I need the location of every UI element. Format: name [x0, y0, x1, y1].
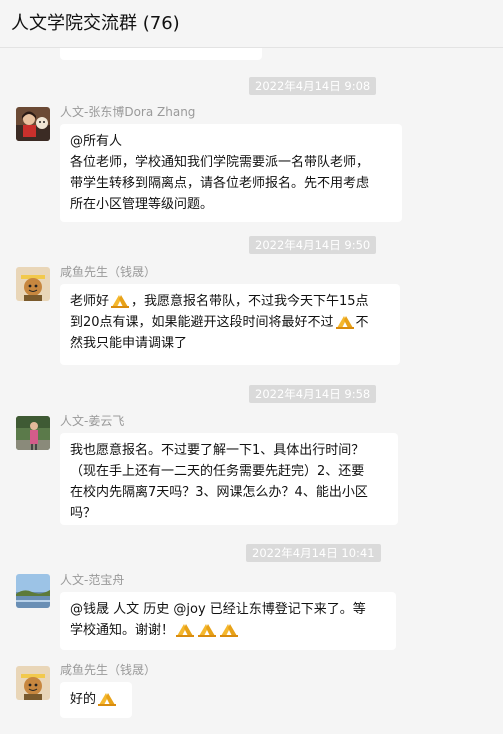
sender-name: 咸鱼先生（钱晟） — [60, 663, 157, 677]
message-bubble[interactable]: 好的 — [60, 682, 132, 718]
message-text: （现在手上还有一二天的任务需要先赶完）2、还要 — [70, 464, 365, 479]
message-timestamp: 2022年4月14日 10:41 — [246, 544, 381, 562]
message-text: 在校内先隔离7天吗？3、网课怎么办？4、能出小区 — [70, 485, 368, 500]
cartoon-avatar-icon — [16, 666, 50, 700]
message-text: ，我愿意报名带队，不过我今天下午15点 — [131, 294, 369, 309]
pray-hands-icon — [335, 316, 354, 329]
message-text: 我也愿意报名。不过要了解一下1、具体出行时间？ — [70, 443, 365, 458]
photo-avatar-landscape-icon — [16, 574, 50, 608]
avatar[interactable] — [16, 666, 50, 700]
sender-name: 人文-姜云飞 — [60, 414, 125, 428]
message-text: @所有人 — [70, 134, 123, 149]
pray-hands-icon — [198, 624, 217, 637]
message-text: 到20点有课，如果能避开这段时间将最好不过 — [70, 315, 334, 330]
chat-title: 人文学院交流群 (76) — [11, 13, 180, 34]
message-bubble[interactable]: @钱晟 人文 历史 @joy 已经让东博登记下来了。等 学校通知。谢谢！ — [60, 592, 396, 650]
avatar[interactable] — [16, 416, 50, 450]
message-text: 各位老师，学校通知我们学院需要派一名带队老师， — [70, 155, 370, 170]
avatar[interactable] — [16, 574, 50, 608]
message-text: @钱晟 人文 历史 @joy 已经让东博登记下来了。等 — [70, 602, 366, 617]
photo-avatar-outdoor-icon — [16, 416, 50, 450]
message-timestamp: 2022年4月14日 9:08 — [249, 77, 377, 95]
sender-name: 人文-范宝舟 — [60, 573, 125, 587]
previous-message-bubble[interactable] — [60, 48, 262, 60]
pray-hands-icon — [98, 693, 117, 706]
sender-name: 人文-张东博Dora Zhang — [60, 105, 196, 119]
message-timestamp: 2022年4月14日 9:50 — [249, 236, 377, 254]
message-text: 老师好 — [70, 294, 110, 309]
message-bubble[interactable]: 我也愿意报名。不过要了解一下1、具体出行时间？ （现在手上还有一二天的任务需要先… — [60, 433, 398, 525]
message-bubble[interactable]: 老师好 ，我愿意报名带队，不过我今天下午15点 到20点有课，如果能避开这段时间将… — [60, 284, 400, 365]
chat-header: 人文学院交流群 (76) — [0, 0, 503, 48]
message-text: 带学生转移到隔离点，请各位老师报名。先不用考虑 — [70, 176, 370, 191]
photo-avatar-person-icon — [16, 107, 50, 141]
message-text: 不 — [355, 315, 369, 330]
avatar[interactable] — [16, 107, 50, 141]
message-text: 学校通知。谢谢！ — [70, 623, 175, 638]
pray-hands-icon — [220, 624, 239, 637]
pray-hands-icon — [176, 624, 195, 637]
avatar[interactable] — [16, 267, 50, 301]
message-text: 吗？ — [70, 506, 97, 521]
pray-hands-icon — [111, 295, 130, 308]
chat-message-area[interactable]: 2022年4月14日 9:08 人文-张东博Dora Zhang @所有人 各位… — [0, 48, 503, 734]
message-text: 所在小区管理等级问题。 — [70, 197, 214, 212]
message-text: 然我只能申请调课了 — [70, 336, 188, 351]
cartoon-avatar-icon — [16, 267, 50, 301]
message-bubble[interactable]: @所有人 各位老师，学校通知我们学院需要派一名带队老师， 带学生转移到隔离点，请… — [60, 124, 402, 222]
message-text: 好的 — [70, 692, 97, 707]
sender-name: 咸鱼先生（钱晟） — [60, 265, 157, 279]
message-timestamp: 2022年4月14日 9:58 — [249, 385, 377, 403]
